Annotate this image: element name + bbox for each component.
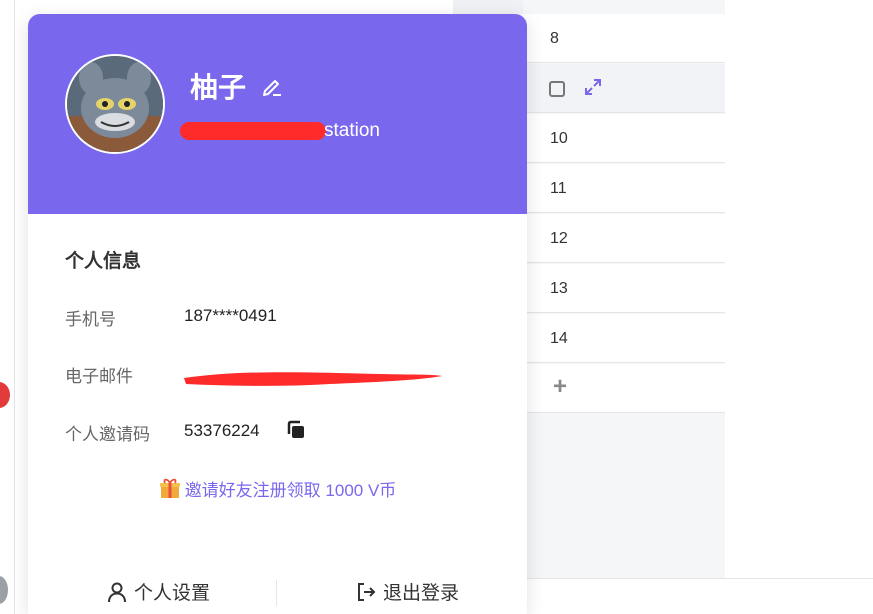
expand-icon[interactable]: [583, 77, 603, 102]
row-number: 8: [550, 30, 559, 47]
settings-button[interactable]: 个人设置: [106, 578, 210, 605]
row-number: 14: [550, 330, 568, 347]
notification-dot[interactable]: [0, 382, 10, 408]
username: 柚子: [190, 72, 247, 103]
profile-footer: 个人设置 退出登录: [28, 578, 527, 614]
gift-icon: [159, 477, 181, 504]
user-icon: [108, 582, 126, 603]
logout-icon: [358, 583, 376, 601]
row-number: 12: [550, 230, 568, 247]
email-label: 电子邮件: [65, 367, 133, 386]
phone-label: 手机号: [65, 310, 116, 329]
invite-friends-link[interactable]: 邀请好友注册领取 1000 V币: [28, 476, 527, 504]
plus-icon[interactable]: +: [553, 373, 567, 401]
background-avatar[interactable]: [0, 576, 8, 604]
invite-code-value: 53376224: [184, 421, 260, 440]
email-redaction: [180, 366, 446, 397]
logout-label: 退出登录: [383, 583, 460, 604]
redaction-mark: [180, 121, 326, 140]
row-number: 13: [550, 280, 568, 297]
row-checkbox[interactable]: [549, 81, 565, 97]
copy-icon[interactable]: [285, 419, 307, 446]
settings-label: 个人设置: [134, 583, 211, 604]
row-number: 11: [550, 180, 567, 197]
section-title: 个人信息: [65, 251, 142, 272]
invite-friends-text: 邀请好友注册领取 1000 V币: [184, 481, 397, 500]
phone-value: 187****0491: [184, 306, 277, 325]
profile-popup: 柚子 station 个人信息 手机号 187****0491 电子邮件 个人邀…: [28, 14, 527, 614]
edit-icon[interactable]: [260, 74, 284, 103]
invite-code-label: 个人邀请码: [65, 425, 150, 444]
logout-button[interactable]: 退出登录: [355, 578, 459, 605]
user-subtitle: station: [180, 120, 380, 142]
table-header-cell: [453, 0, 523, 14]
row-number: 10: [550, 130, 568, 147]
subtitle-text: station: [324, 120, 380, 141]
footer-divider: [276, 580, 277, 606]
background-panel-border: [14, 0, 15, 614]
avatar[interactable]: [65, 54, 165, 154]
profile-header: 柚子 station: [28, 14, 527, 214]
